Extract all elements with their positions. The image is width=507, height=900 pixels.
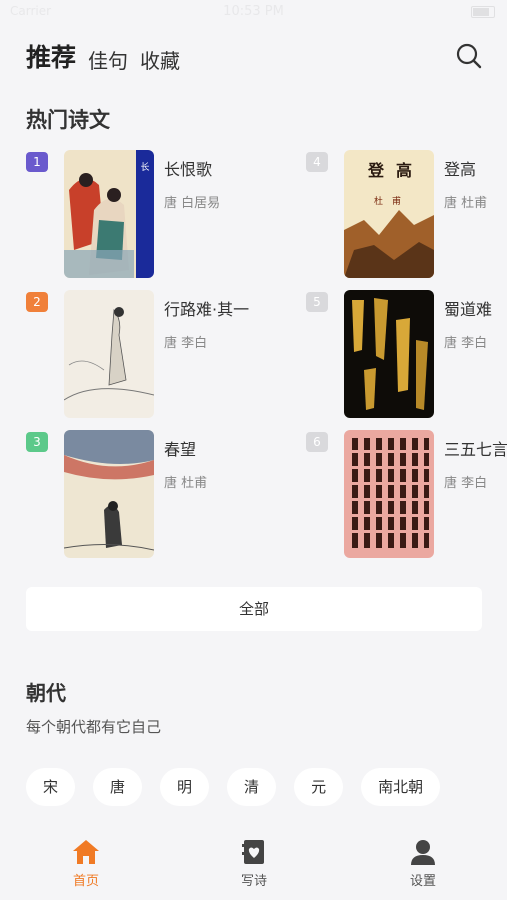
dynasty-pill[interactable]: 明	[160, 768, 210, 806]
dynasty-pill[interactable]: 元	[294, 768, 344, 806]
status-time: 10:53 PM	[223, 4, 284, 19]
top-tabs: 推荐 佳句 收藏	[26, 42, 180, 74]
svg-text:登: 登	[367, 161, 385, 180]
poem-item[interactable]: 6 三五七言 唐 李白	[306, 430, 507, 558]
poem-item[interactable]: 1 长 长恨歌 唐 白居易	[26, 150, 256, 278]
poem-cover-image	[344, 290, 434, 418]
view-all-button[interactable]: 全部	[26, 587, 482, 631]
nav-write[interactable]: 写诗	[214, 838, 294, 889]
poem-author: 唐 李白	[444, 476, 488, 491]
svg-text:长: 长	[140, 161, 149, 173]
poem-item[interactable]: 2 行路难·其一 唐 李白	[26, 290, 256, 418]
poem-author: 唐 李白	[444, 336, 488, 351]
nav-write-label: 写诗	[240, 874, 267, 889]
svg-text:甫: 甫	[392, 195, 401, 207]
poem-title: 行路难·其一	[164, 300, 250, 319]
poem-item[interactable]: 3 春望 唐 杜甫	[26, 430, 256, 558]
write-icon	[242, 840, 264, 864]
status-bar: Carrier 10:53 PM	[0, 0, 507, 28]
rank-badge: 2	[26, 292, 48, 312]
poem-cover-image	[64, 290, 154, 418]
svg-text:杜: 杜	[374, 195, 383, 207]
poem-author: 唐 李白	[164, 336, 208, 351]
poem-item[interactable]: 5 蜀道难 唐 李白	[306, 290, 507, 418]
poem-author: 唐 白居易	[164, 196, 221, 211]
nav-settings-label: 设置	[409, 874, 436, 889]
tab-quotes[interactable]: 佳句	[88, 45, 128, 74]
dynasty-list: 宋 唐 明 清 元 南北朝	[26, 768, 441, 806]
dynasty-pill[interactable]: 唐	[93, 768, 143, 806]
poem-author: 唐 杜甫	[444, 196, 488, 211]
tab-favorites[interactable]: 收藏	[140, 45, 180, 74]
poem-cover-image	[344, 430, 434, 558]
poem-title: 春望	[164, 440, 197, 459]
poem-cover-image	[64, 430, 154, 558]
rank-badge: 3	[26, 432, 48, 452]
dynasty-section-title: 朝代	[26, 681, 66, 705]
hot-section-title: 热门诗文	[26, 108, 110, 132]
dynasty-pill[interactable]: 南北朝	[361, 768, 441, 806]
poem-cover-image: 登 高 杜 甫	[344, 150, 434, 278]
bottom-navigation: 首页 写诗 设置	[0, 826, 507, 900]
nav-home[interactable]: 首页	[46, 838, 126, 889]
rank-badge: 6	[306, 432, 328, 452]
dynasty-section-subtitle: 每个朝代都有它自己	[26, 718, 162, 736]
dynasty-pill[interactable]: 宋	[26, 768, 76, 806]
poem-cover-image: 长	[64, 150, 154, 278]
user-icon	[411, 840, 435, 865]
rank-badge: 4	[306, 152, 328, 172]
search-icon[interactable]	[455, 42, 483, 70]
rank-badge: 1	[26, 152, 48, 172]
poem-title: 长恨歌	[164, 160, 213, 179]
battery-icon	[471, 6, 495, 18]
rank-badge: 5	[306, 292, 328, 312]
nav-home-label: 首页	[72, 874, 99, 889]
dynasty-pill[interactable]: 清	[227, 768, 277, 806]
poem-author: 唐 杜甫	[164, 476, 208, 491]
poem-title: 登高	[444, 160, 477, 179]
poem-title: 三五七言	[444, 440, 507, 459]
poem-item[interactable]: 4 登 高 杜 甫 登高 唐 杜甫	[306, 150, 507, 278]
svg-text:高: 高	[396, 161, 412, 180]
poem-title: 蜀道难	[444, 300, 493, 319]
home-icon	[73, 840, 99, 864]
tab-recommend[interactable]: 推荐	[26, 38, 76, 74]
nav-settings[interactable]: 设置	[383, 838, 463, 889]
